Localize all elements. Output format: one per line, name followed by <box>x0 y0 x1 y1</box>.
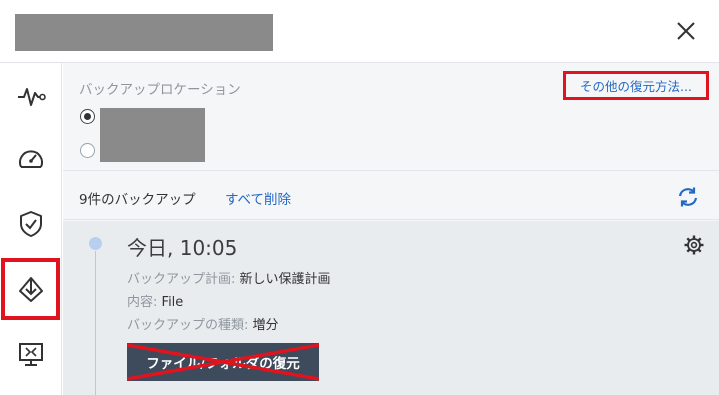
timeline-dot <box>89 237 102 250</box>
backup-time: 今日, 10:05 <box>127 236 238 260</box>
location-radio-1[interactable] <box>80 109 95 124</box>
redacted-location-names <box>100 108 205 162</box>
gear-icon <box>684 235 704 255</box>
sidebar-item-dashboard[interactable] <box>0 129 62 191</box>
sidebar-item-activity[interactable] <box>0 65 62 127</box>
dashboard-gauge-icon <box>19 150 43 168</box>
content-row: 内容: File <box>127 291 183 310</box>
backup-location-section: バックアップロケーション その他の復元方法... <box>63 63 719 171</box>
backup-type-row: バックアップの種類: 増分 <box>127 314 279 333</box>
backup-plan-row: バックアップ計画: 新しい保護計画 <box>127 268 331 287</box>
backup-type-key: バックアップの種類: <box>127 318 249 333</box>
content-key: 内容: <box>127 295 158 310</box>
sidebar <box>0 63 62 395</box>
timeline-line <box>95 251 96 395</box>
activity-icon <box>18 88 46 106</box>
backup-plan-value: 新しい保護計画 <box>239 272 331 287</box>
dialog-header <box>0 0 719 63</box>
sidebar-item-remote-desktop[interactable] <box>0 323 62 385</box>
backup-location-label: バックアップロケーション <box>79 82 241 98</box>
backup-settings-button[interactable] <box>683 234 705 256</box>
backup-plan-key: バックアップ計画: <box>127 272 236 287</box>
restore-files-button[interactable]: ファイル/フォルダの復元 <box>127 343 319 381</box>
sidebar-item-protection[interactable] <box>0 193 62 255</box>
shield-check-icon <box>20 211 42 237</box>
close-button[interactable] <box>672 17 700 45</box>
close-icon <box>677 22 695 40</box>
delete-all-link[interactable]: すべて削除 <box>225 188 291 208</box>
refresh-icon <box>678 187 698 207</box>
restore-files-label: ファイル/フォルダの復元 <box>146 356 300 372</box>
backup-type-value: 増分 <box>252 318 279 333</box>
sidebar-item-recovery[interactable] <box>1 258 60 320</box>
backup-count: 9件のバックアップ <box>79 192 196 208</box>
location-radio-2[interactable] <box>80 143 95 158</box>
recovery-icon <box>18 277 43 302</box>
refresh-button[interactable] <box>675 185 701 209</box>
other-recovery-methods-link[interactable]: その他の復元方法... <box>563 71 709 100</box>
backup-list-header: 9件のバックアップ すべて削除 <box>63 172 719 220</box>
backup-entry: 今日, 10:05 バックアップ計画: 新しい保護計画 内容: File バック… <box>63 221 719 395</box>
main-panel: バックアップロケーション その他の復元方法... 9件のバックアップ すべて削除… <box>63 63 719 395</box>
redacted-title <box>15 14 273 51</box>
remote-desktop-icon <box>19 343 43 366</box>
content-value: File <box>161 295 184 310</box>
